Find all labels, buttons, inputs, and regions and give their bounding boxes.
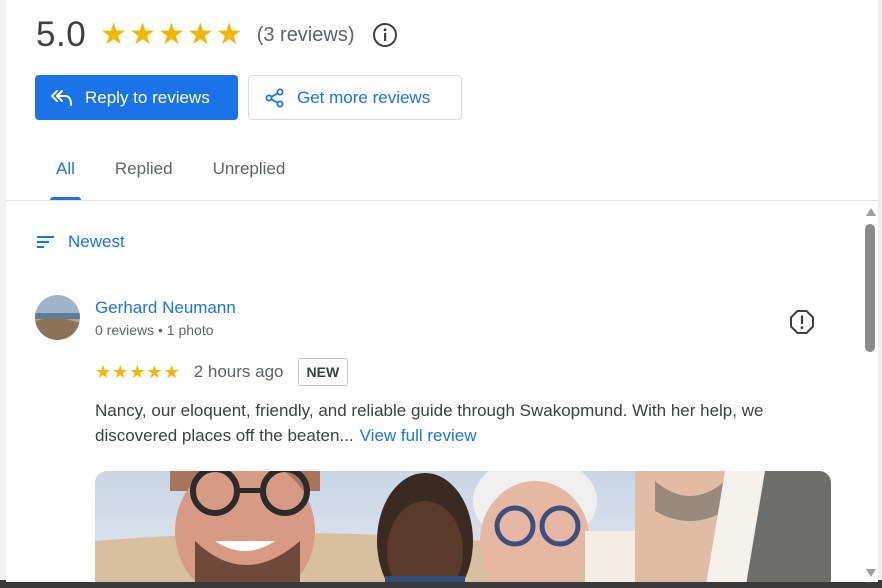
star-icon: ★ [186,18,214,51]
rating-summary: 5.0 ★ ★ ★ ★ ★ (3 reviews) [36,14,398,56]
action-buttons: Reply to reviews Get more reviews [35,75,462,120]
star-icon: ★ [215,18,243,51]
review-stars: ★ ★ ★ ★ ★ [95,363,180,381]
scrollbar[interactable] [862,203,878,582]
review-count: (3 reviews) [256,23,355,46]
scroll-down-arrow-icon[interactable] [866,569,876,577]
star-icon: ★ [146,362,163,382]
star-icon: ★ [95,362,112,382]
get-more-reviews-label: Get more reviews [297,87,431,107]
reply-all-icon [51,89,72,106]
average-rating: 5.0 [36,15,87,54]
get-more-reviews-button[interactable]: Get more reviews [248,75,462,120]
tab-all[interactable]: All [36,144,95,200]
review-time: 2 hours ago [193,362,284,381]
sort-label: Newest [68,232,125,251]
rating-stars: ★ ★ ★ ★ ★ [100,20,243,50]
star-icon: ★ [129,362,146,382]
review-filter-tabs: All Replied Unreplied [36,144,305,200]
scroll-thumb[interactable] [865,224,875,352]
star-icon: ★ [112,362,129,382]
share-icon [265,88,284,107]
star-icon: ★ [157,18,185,51]
view-full-review-link[interactable]: View full review [360,426,477,445]
reviewer-avatar[interactable] [35,295,80,340]
new-badge: NEW [297,358,349,386]
star-icon: ★ [163,362,180,382]
reply-to-reviews-button[interactable]: Reply to reviews [35,75,238,120]
review-photo[interactable] [95,471,831,582]
tab-divider [6,200,878,201]
tab-unreplied[interactable]: Unreplied [193,144,306,200]
reply-to-reviews-label: Reply to reviews [85,87,210,107]
review-rating-line: ★ ★ ★ ★ ★ 2 hours ago NEW [95,358,349,386]
info-icon[interactable] [372,22,398,48]
sort-button[interactable]: Newest [36,232,125,252]
report-icon[interactable] [789,309,815,335]
reviewer-meta: 0 reviews • 1 photo [95,322,214,338]
reviewer-name[interactable]: Gerhard Neumann [95,298,236,318]
star-icon: ★ [129,18,156,51]
review-text: Nancy, our eloquent, friendly, and relia… [95,398,815,448]
reviews-panel: 5.0 ★ ★ ★ ★ ★ (3 reviews) Reply to revie… [6,0,878,582]
scroll-up-arrow-icon[interactable] [866,208,876,216]
sort-icon [37,236,54,248]
star-icon: ★ [100,18,128,51]
tab-replied[interactable]: Replied [95,144,193,200]
